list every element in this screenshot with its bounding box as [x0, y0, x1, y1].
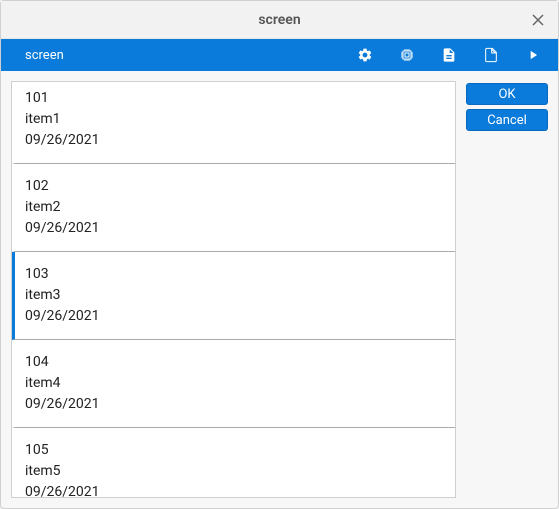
toolbar: screen	[1, 39, 558, 71]
chip-button[interactable]	[398, 46, 416, 64]
list-item-name: item4	[25, 373, 445, 394]
list-item-name: item2	[25, 197, 445, 218]
close-icon	[532, 14, 544, 26]
list-item-id: 104	[25, 352, 445, 373]
gear-icon	[357, 47, 373, 63]
play-button[interactable]	[524, 46, 542, 64]
content: 101item109/26/2021102item209/26/2021103i…	[1, 71, 558, 508]
side-panel: OK Cancel	[466, 81, 548, 498]
document-icon	[483, 47, 499, 63]
file-icon	[441, 47, 457, 63]
list-item-name: item5	[25, 461, 445, 482]
settings-button[interactable]	[356, 46, 374, 64]
list-item-id: 101	[25, 88, 445, 109]
list-item-date: 09/26/2021	[25, 394, 445, 415]
ok-button[interactable]: OK	[466, 83, 548, 105]
list-item-date: 09/26/2021	[25, 218, 445, 239]
file-button[interactable]	[440, 46, 458, 64]
list-item-date: 09/26/2021	[25, 306, 445, 327]
cancel-button[interactable]: Cancel	[466, 109, 548, 131]
titlebar: screen	[1, 1, 558, 39]
list-item-id: 102	[25, 176, 445, 197]
list-item-date: 09/26/2021	[25, 130, 445, 151]
list-item[interactable]: 104item409/26/2021	[12, 340, 455, 428]
close-button[interactable]	[528, 10, 548, 30]
play-icon	[526, 48, 540, 62]
list-item[interactable]: 101item109/26/2021	[12, 82, 455, 164]
toolbar-title: screen	[25, 48, 356, 63]
list-item[interactable]: 103item309/26/2021	[12, 252, 455, 340]
list-scroll[interactable]: 101item109/26/2021102item209/26/2021103i…	[12, 82, 455, 497]
toolbar-icons	[356, 46, 542, 64]
list-item-id: 103	[25, 264, 445, 285]
chip-icon	[399, 47, 415, 63]
new-file-button[interactable]	[482, 46, 500, 64]
window-title: screen	[258, 12, 300, 28]
list-item-name: item3	[25, 285, 445, 306]
window: screen screen 101item109/26/2	[0, 0, 559, 509]
list-panel: 101item109/26/2021102item209/26/2021103i…	[11, 81, 456, 498]
list-item[interactable]: 102item209/26/2021	[12, 164, 455, 252]
list-item-date: 09/26/2021	[25, 482, 445, 497]
list-item-name: item1	[25, 109, 445, 130]
list-item[interactable]: 105item509/26/2021	[12, 428, 455, 497]
list-item-id: 105	[25, 440, 445, 461]
